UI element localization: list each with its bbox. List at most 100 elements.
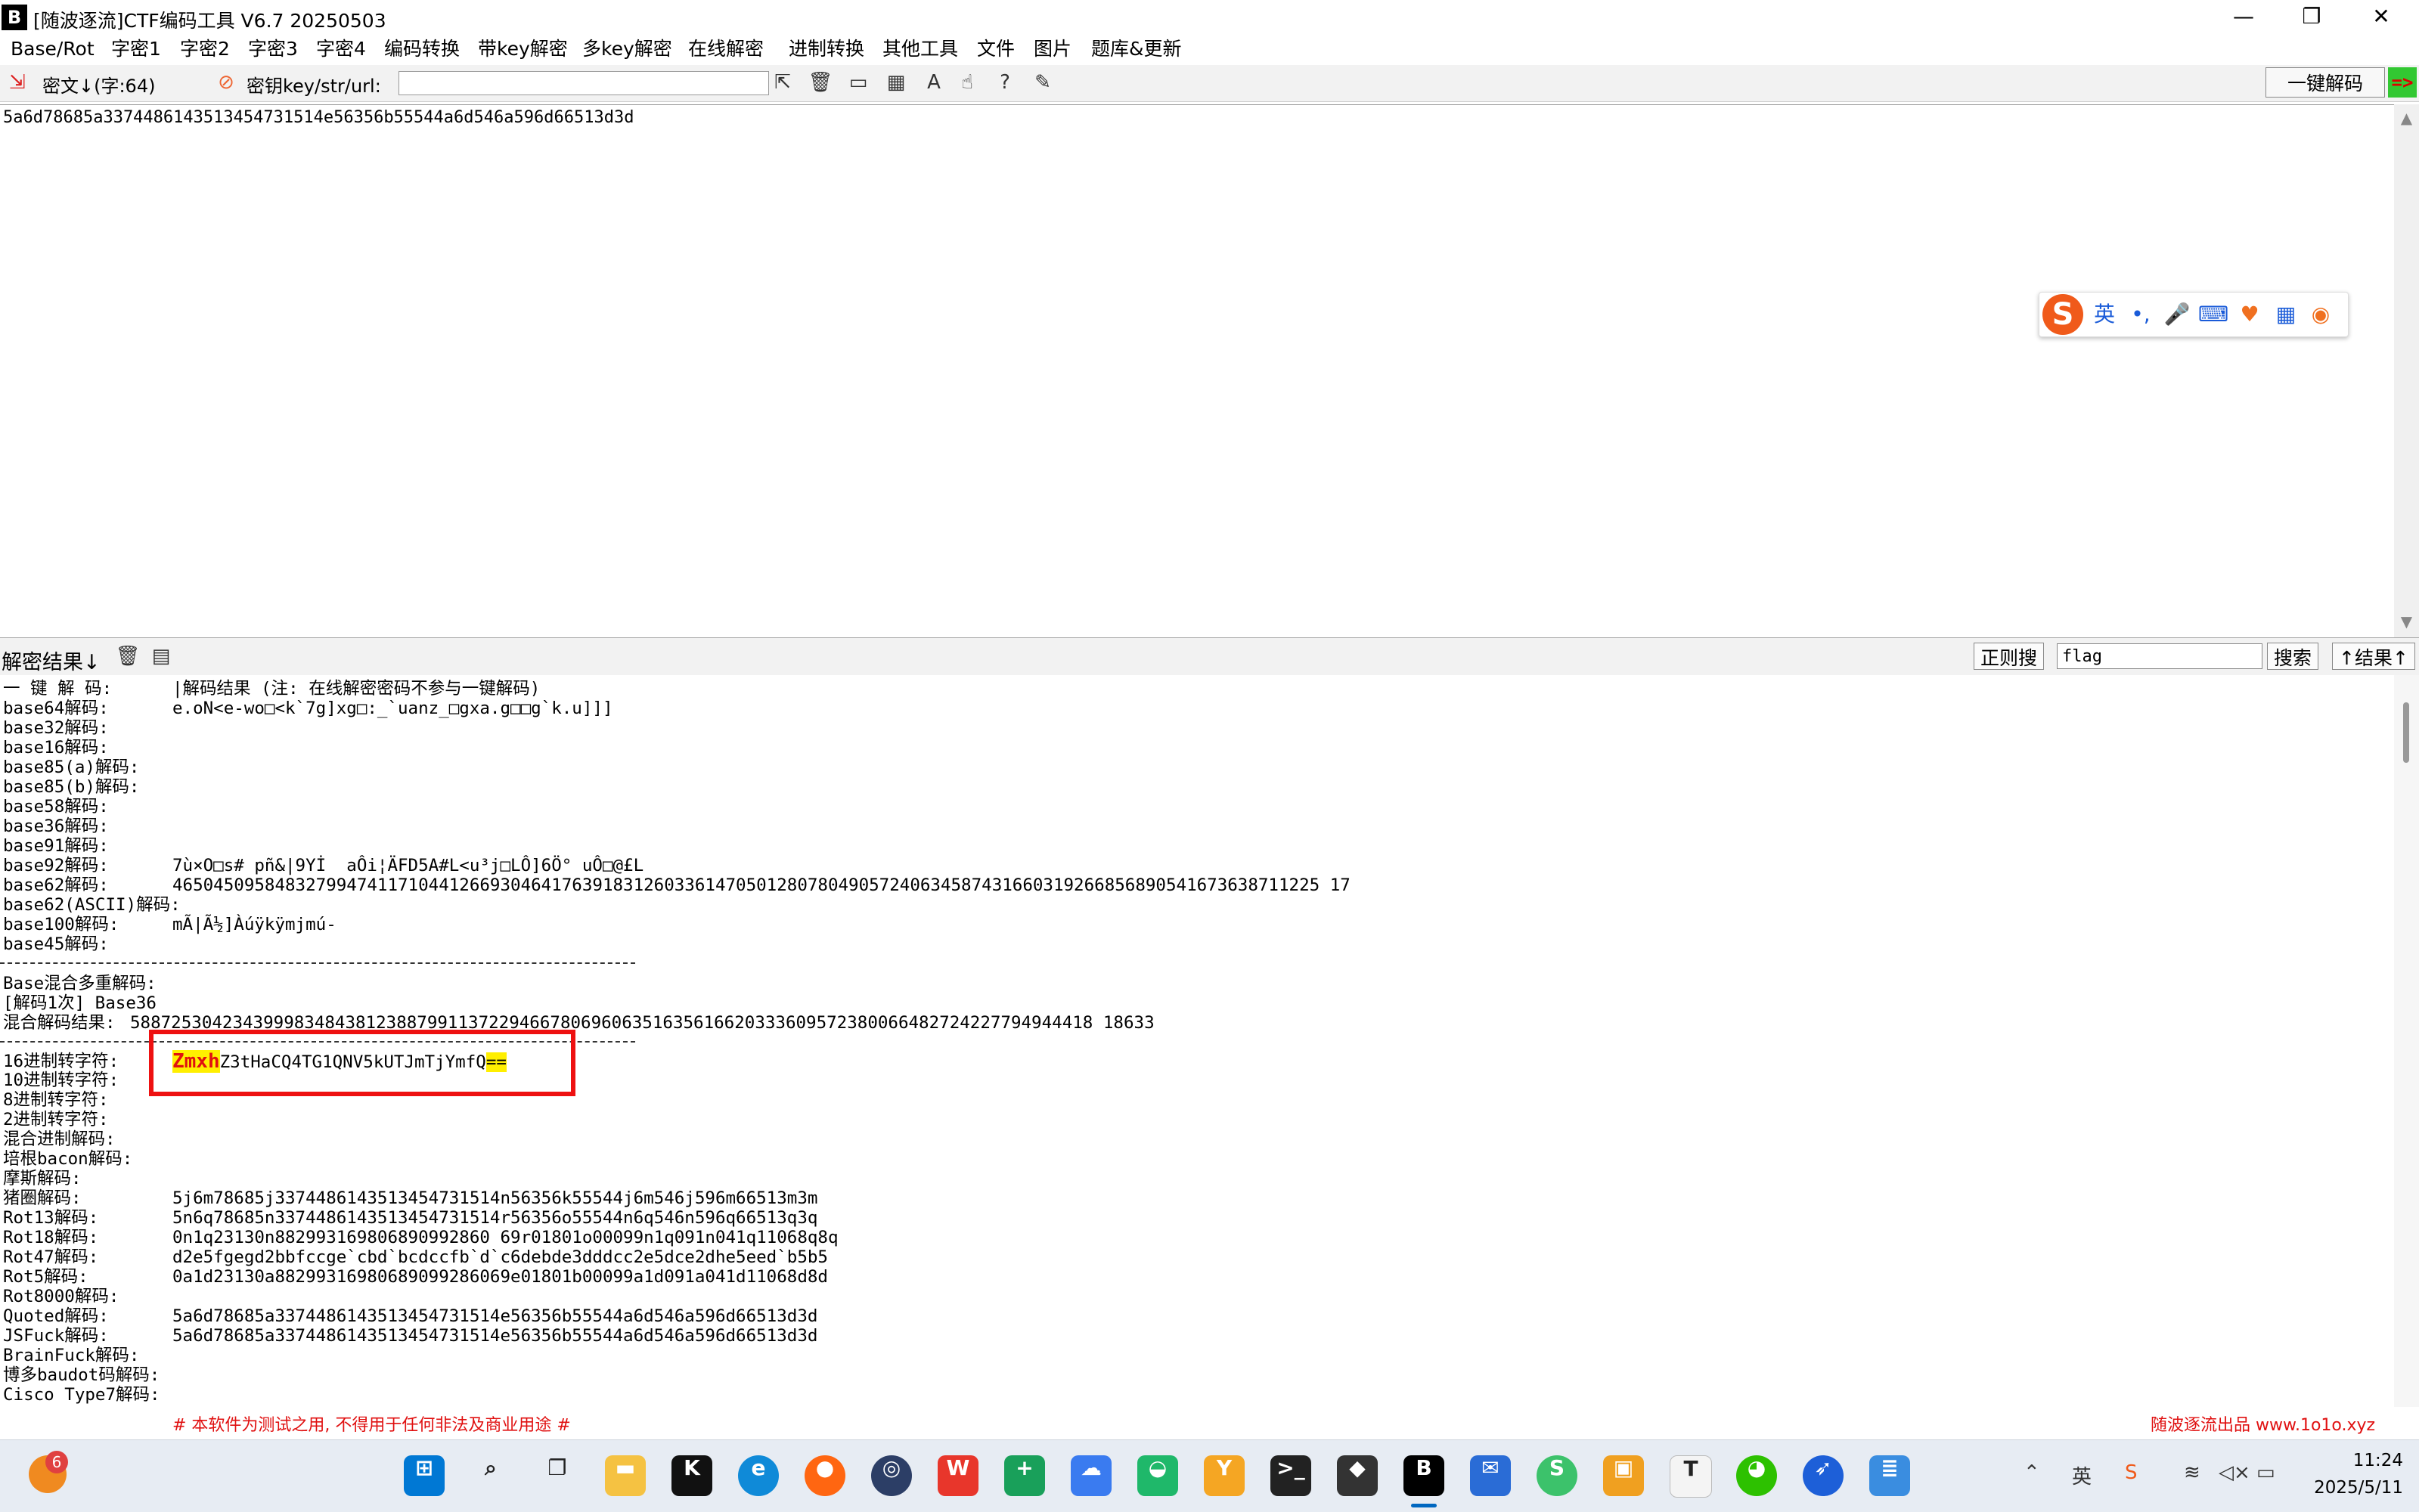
notification-badge: 6 — [45, 1451, 68, 1473]
typora-icon[interactable]: T — [1670, 1455, 1712, 1498]
bag-icon[interactable]: ◒ — [1137, 1455, 1178, 1496]
table-icon[interactable]: ▦ — [883, 70, 909, 95]
menu-base-rot[interactable]: Base/Rot — [11, 36, 95, 62]
window-app-icon[interactable]: ▣ — [1603, 1455, 1644, 1496]
ime-punct[interactable]: •, — [2126, 300, 2156, 329]
thumbs-up-icon[interactable]: ☝ — [954, 70, 980, 95]
result-bar: 解密结果↓ 🗑 ▤ 正则搜 搜索 ↑结果↑ — [0, 637, 2419, 677]
row-label: Cisco Type7解码: — [3, 1385, 160, 1405]
cipher-scrollbar[interactable]: ▲ ▼ — [2394, 104, 2419, 637]
ime-toolbar[interactable]: S 英 •, 🎤 ⌨ ♥ ▦ ◉ — [2039, 292, 2349, 337]
maximize-button[interactable]: ❐ — [2278, 0, 2346, 35]
menu-update[interactable]: 题库&更新 — [1091, 36, 1182, 62]
feather-app-icon[interactable]: ➶ — [1803, 1455, 1844, 1496]
mail-icon[interactable]: ✉ — [1470, 1455, 1511, 1496]
row-label: base62解码: — [3, 875, 109, 895]
window-title: [随波逐流]CTF编码工具 V6.7 20250503 — [33, 10, 386, 32]
menu-encoding[interactable]: 编码转换 — [384, 36, 460, 62]
row-label: 8进制转字符: — [3, 1090, 109, 1110]
terminal-icon[interactable]: ▭ — [845, 70, 871, 95]
active-indicator — [1411, 1504, 1437, 1507]
chatgpt-icon[interactable]: ◎ — [871, 1455, 912, 1496]
battery-icon[interactable]: ▭ — [2256, 1461, 2275, 1484]
minimize-button[interactable]: — — [2210, 0, 2278, 35]
arrow-button[interactable]: => — [2388, 67, 2417, 98]
scroll-up-icon[interactable]: ▲ — [2394, 109, 2419, 127]
wps-icon[interactable]: W — [938, 1455, 978, 1496]
key-input[interactable] — [399, 71, 769, 95]
regex-search-button[interactable]: 正则搜 — [1974, 643, 2045, 670]
wifi-icon[interactable]: ≋ — [2184, 1461, 2200, 1484]
start-icon[interactable]: ⊞ — [404, 1455, 445, 1496]
cloud-icon[interactable]: ☁ — [1071, 1455, 1112, 1496]
ime-lang[interactable]: 英 — [2089, 300, 2120, 329]
trash-icon[interactable]: 🗑 — [808, 70, 833, 95]
toolbox-icon[interactable]: ▦ — [2271, 300, 2301, 329]
ime-mascot-icon[interactable]: ◉ — [2306, 300, 2336, 329]
volume-icon[interactable]: ◁× — [2219, 1461, 2250, 1484]
menu-zimi2[interactable]: 字密2 — [180, 36, 230, 62]
row-label: base32解码: — [3, 718, 109, 738]
chevron-up-icon[interactable]: ⌃ — [2024, 1461, 2040, 1484]
clock-time[interactable]: 11:24 — [2314, 1451, 2403, 1470]
file-explorer-icon[interactable]: ▬ — [605, 1455, 646, 1496]
sogou-logo-icon[interactable]: S — [2042, 294, 2083, 335]
task-view-icon[interactable]: ❐ — [537, 1455, 578, 1496]
clear-result-icon[interactable]: 🗑 — [115, 643, 141, 669]
row-label: Rot18解码: — [3, 1228, 99, 1247]
help-icon[interactable]: ? — [992, 70, 1018, 95]
row-value: 5a6d78685a3374486143513454731514e56356b5… — [172, 1306, 818, 1326]
row-label: Rot13解码: — [3, 1208, 99, 1228]
menu-zimi1[interactable]: 字密1 — [111, 36, 161, 62]
skin-icon[interactable]: ♥ — [2234, 300, 2265, 329]
menu-multi-key[interactable]: 多key解密 — [582, 36, 672, 62]
microphone-icon[interactable]: 🎤 — [2162, 300, 2192, 329]
scroll-thumb[interactable] — [2403, 702, 2409, 763]
one-click-decode-button[interactable]: 一键解码 — [2265, 67, 2385, 98]
edit-icon[interactable]: ✎ — [1030, 70, 1056, 95]
cipher-doc-icon[interactable]: ⇲ — [5, 70, 30, 95]
notepad-icon[interactable]: ≣ — [1869, 1455, 1910, 1496]
font-icon[interactable]: A — [921, 70, 947, 95]
sogou-tray-icon[interactable]: S — [2125, 1461, 2138, 1484]
edge-icon[interactable]: e — [738, 1455, 779, 1496]
k-app-icon[interactable]: K — [671, 1455, 712, 1496]
results-scrollbar[interactable] — [2394, 675, 2419, 1407]
menu-zimi3[interactable]: 字密3 — [248, 36, 298, 62]
row-label: Quoted解码: — [3, 1306, 109, 1326]
menu-image[interactable]: 图片 — [1034, 36, 1071, 62]
y-app-icon[interactable]: Y — [1204, 1455, 1245, 1496]
footer-credit[interactable]: 随波逐流出品 www.1o1o.xyz — [2151, 1411, 2375, 1436]
row-value: 5a6d78685a3374486143513454731514e56356b5… — [172, 1326, 818, 1346]
tray-ime[interactable]: 英 — [2072, 1461, 2092, 1489]
cipher-textarea[interactable]: 5a6d78685a3374486143513454731514e56356b5… — [0, 104, 2394, 638]
wechat-icon[interactable]: ◕ — [1736, 1455, 1777, 1496]
sheets-icon[interactable]: + — [1004, 1455, 1045, 1496]
firefox-icon[interactable]: ● — [805, 1455, 845, 1496]
pick-icon[interactable]: ⇱ — [770, 70, 795, 95]
menu-online[interactable]: 在线解密 — [688, 36, 764, 62]
keyboard-icon[interactable]: ⌨ — [2198, 300, 2228, 329]
result-up-button[interactable]: ↑结果↑ — [2332, 643, 2415, 670]
clock-date[interactable]: 2025/5/11 — [2299, 1478, 2403, 1498]
menu-key-decrypt[interactable]: 带key解密 — [478, 36, 568, 62]
row-value: d2e5fgegd2bbfccge`cbd`bcdccfb`d`c6debde3… — [172, 1247, 828, 1267]
s-app-icon[interactable]: S — [1537, 1455, 1577, 1496]
menu-zimi4[interactable]: 字密4 — [316, 36, 366, 62]
mixed-title: Base混合多重解码: — [3, 974, 157, 993]
search-button[interactable]: 搜索 — [2267, 643, 2319, 670]
terminal-app-icon[interactable]: >_ — [1270, 1455, 1311, 1496]
copy-result-icon[interactable]: ▤ — [148, 643, 174, 669]
cipher-text[interactable]: 5a6d78685a3374486143513454731514e56356b5… — [3, 108, 634, 127]
menu-radix[interactable]: 进制转换 — [789, 36, 864, 62]
row-value: 7ù×O□s# pñ&|9Yİ aÔi¦ÄFD5A#L<u³j□LÔ]6Ö° u… — [172, 856, 644, 875]
search-input[interactable] — [2057, 643, 2262, 669]
menu-other-tools[interactable]: 其他工具 — [882, 36, 958, 62]
box-app-icon[interactable]: ◆ — [1337, 1455, 1378, 1496]
search-icon[interactable]: ⌕ — [470, 1455, 511, 1496]
close-button[interactable]: ✕ — [2347, 0, 2415, 35]
scroll-down-icon[interactable]: ▼ — [2394, 612, 2419, 631]
menu-file[interactable]: 文件 — [977, 36, 1015, 62]
ctf-tool-icon[interactable]: B — [1403, 1455, 1444, 1496]
row-label: Rot8000解码: — [3, 1287, 119, 1306]
